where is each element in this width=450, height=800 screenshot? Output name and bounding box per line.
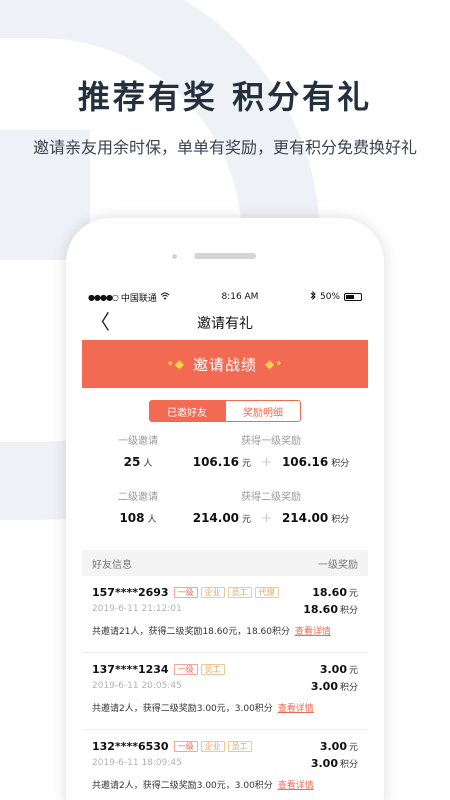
tab-reward-details[interactable]: 奖励明细: [225, 400, 301, 422]
friend-phone: 157****2693: [92, 585, 169, 599]
friends-header-right: 一级奖励: [318, 559, 358, 571]
tag-level: 一级: [173, 663, 198, 675]
level2-reward-points: 214.00: [281, 511, 329, 525]
list-item[interactable]: 137****1234 一级 员工 3.00 元 2019-6-11 20:05:…: [82, 653, 368, 730]
sparkle-icon: •◆: [166, 357, 185, 371]
friend-datetime: 2019-6-11 21:12:01: [92, 604, 182, 614]
level2-reward-money: 214.00: [192, 511, 240, 525]
battery-percent: 50%: [319, 292, 340, 302]
level1-reward-points: 106.16: [281, 455, 329, 469]
tab-switcher: 已邀好友 奖励明细: [82, 388, 368, 432]
level1-points-unit: 积分: [331, 459, 350, 469]
level2-stats: 二级邀请 108 人 获得二级奖励 214.00 元 + 214.00 积分: [82, 488, 368, 544]
level1-invite-label: 一级邀请: [118, 436, 158, 447]
wifi-icon: [160, 292, 170, 303]
friend-datetime: 2019-6-11 20:05:45: [92, 681, 182, 691]
page-title: 邀请有礼: [197, 316, 253, 332]
points-unit: 积分: [339, 682, 358, 693]
list-item[interactable]: 157****2693 一级 企业 员工 代理 18.60 元 2019-6-11…: [82, 576, 368, 653]
list-item[interactable]: 132****6530 一级 企业 员工 3.00 元 2019-6-11 18:…: [82, 730, 368, 800]
friends-list-header: 好友信息 一级奖励: [82, 550, 368, 576]
tag-type: 代理: [254, 586, 279, 598]
banner-title: 邀请战绩: [192, 355, 257, 374]
bluetooth-icon: [310, 290, 316, 303]
tag-type: 员工: [200, 663, 225, 675]
friends-header-left: 好友信息: [92, 559, 132, 571]
level1-reward-money: 106.16: [192, 455, 240, 469]
money-unit: 元: [348, 742, 358, 753]
invite-results-banner: •◆ 邀请战绩 ◆•: [82, 340, 368, 388]
view-details-link[interactable]: 查看详情: [278, 704, 314, 714]
points-unit: 积分: [339, 759, 358, 770]
tag-level: 一级: [173, 586, 198, 598]
speaker-grille: [194, 253, 256, 259]
level2-reward-label: 获得二级奖励: [241, 492, 301, 503]
tag-type: 员工: [227, 586, 252, 598]
level1-money-unit: 元: [242, 459, 252, 469]
friend-reward-money: 18.60: [312, 585, 347, 599]
level2-invite-label: 二级邀请: [118, 492, 158, 503]
level2-points-unit: 积分: [331, 515, 350, 525]
status-bar: ●●●●○ 中国联通 8:16 AM 50%: [82, 288, 368, 306]
level1-invite-count: 25: [123, 455, 141, 469]
carrier-label: 中国联通: [120, 293, 157, 304]
plus-icon: +: [261, 455, 272, 470]
view-details-link[interactable]: 查看详情: [295, 627, 331, 637]
level2-money-unit: 元: [242, 515, 252, 525]
camera-dot: [172, 254, 177, 259]
tag-type: 员工: [227, 740, 252, 752]
friend-reward-points: 3.00: [310, 756, 338, 770]
level1-invite-unit: 人: [143, 459, 153, 469]
tab-invited-friends[interactable]: 已邀好友: [149, 400, 225, 422]
view-details-link[interactable]: 查看详情: [278, 781, 314, 791]
tag-type: 企业: [200, 586, 225, 598]
sparkle-icon: ◆•: [265, 357, 284, 371]
friend-reward-points: 3.00: [310, 679, 338, 693]
friend-summary: 共邀请2人，获得二级奖励3.00元，3.00积分: [92, 704, 273, 714]
tag-level: 一级: [173, 740, 198, 752]
nav-bar: 〈 邀请有礼: [82, 306, 368, 340]
friend-reward-money: 3.00: [319, 739, 347, 753]
hero-headline: 推荐有奖 积分有礼: [77, 78, 373, 116]
hero-subline: 邀请亲友用余时保，单单有奖励，更有积分免费换好礼: [32, 138, 417, 157]
phone-screen: ●●●●○ 中国联通 8:16 AM 50% 〈 邀请有礼 •◆ 邀请战绩 ◆•…: [82, 288, 368, 800]
level2-invite-unit: 人: [147, 515, 157, 525]
battery-icon: [344, 293, 362, 301]
back-button[interactable]: 〈: [90, 311, 110, 333]
tag-type: 企业: [200, 740, 225, 752]
status-time: 8:16 AM: [221, 292, 259, 302]
friend-datetime: 2019-6-11 18:09:45: [92, 758, 182, 768]
friend-reward-points: 18.60: [303, 602, 338, 616]
friend-phone: 137****1234: [92, 662, 169, 676]
money-unit: 元: [348, 665, 358, 676]
level2-invite-count: 108: [119, 511, 145, 525]
signal-icon: ●●●●○: [88, 292, 119, 302]
plus-icon: +: [261, 511, 272, 526]
stats-card: 已邀好友 奖励明细 一级邀请 25 人 获得一级奖励 106.16 元 + 106.…: [82, 388, 368, 544]
friend-phone: 132****6530: [92, 739, 169, 753]
level1-reward-label: 获得一级奖励: [241, 436, 301, 447]
money-unit: 元: [348, 588, 358, 599]
friend-summary: 共邀请21人，获得二级奖励18.60元，18.60积分: [92, 627, 290, 637]
level1-stats: 一级邀请 25 人 获得一级奖励 106.16 元 + 106.16 积分: [82, 432, 368, 488]
points-unit: 积分: [339, 605, 358, 616]
friend-summary: 共邀请2人，获得二级奖励3.00元，3.00积分: [92, 781, 273, 791]
friend-reward-money: 3.00: [319, 662, 347, 676]
